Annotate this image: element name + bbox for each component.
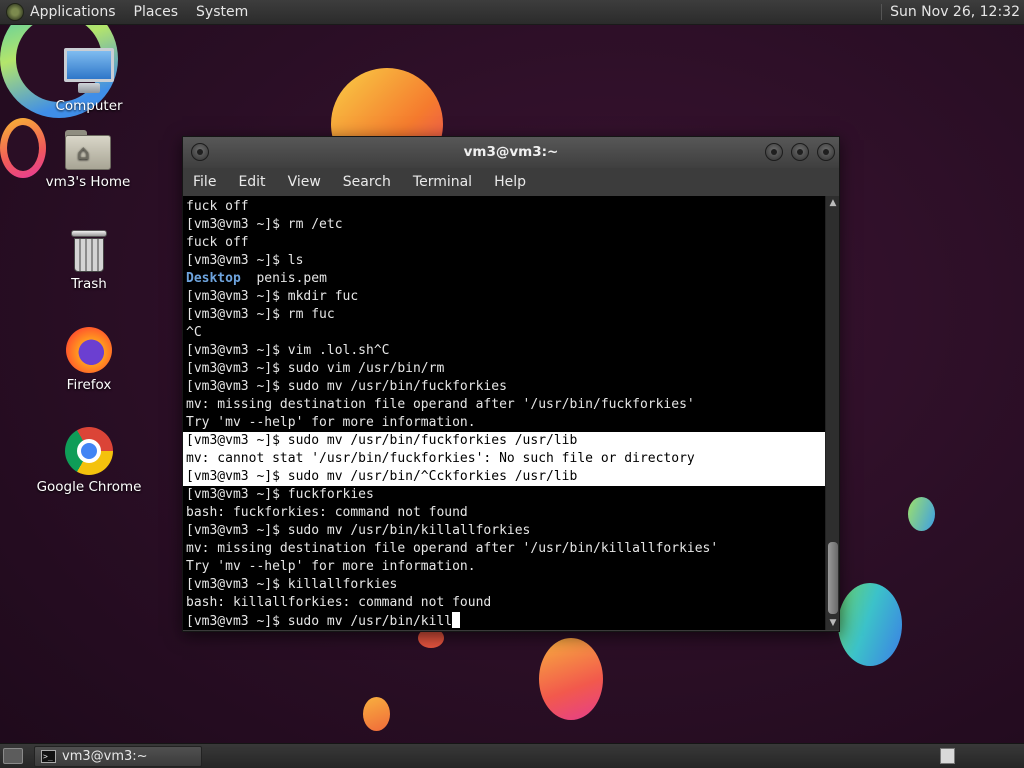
computer-icon: [64, 46, 114, 94]
maximize-button[interactable]: [791, 143, 809, 161]
minimize-button[interactable]: [765, 143, 783, 161]
menu-edit[interactable]: Edit: [238, 174, 265, 190]
terminal-window[interactable]: vm3@vm3:~ File Edit View Search Terminal…: [182, 136, 840, 632]
menu-terminal[interactable]: Terminal: [413, 174, 472, 190]
menu-applications[interactable]: Applications: [30, 4, 116, 20]
desktop-icon-trash[interactable]: Trash: [24, 230, 154, 292]
text-cursor: [452, 612, 461, 628]
window-menu-button[interactable]: [191, 143, 209, 161]
terminal-line-ls-output: Desktop penis.pem: [186, 270, 825, 288]
wallpaper-small-blue-oval: [908, 497, 935, 531]
terminal-line: mv: missing destination file operand aft…: [186, 541, 719, 556]
terminal-line: [vm3@vm3 ~]$ fuckforkies: [186, 487, 374, 502]
bottom-panel: >_ vm3@vm3:~: [0, 743, 1024, 768]
terminal-line: [vm3@vm3 ~]$ mkdir fuc: [186, 289, 359, 304]
terminal-line-selected: mv: cannot stat '/usr/bin/fuckforkies': …: [183, 450, 825, 468]
taskbar-terminal-button[interactable]: >_ vm3@vm3:~: [34, 746, 202, 767]
terminal-line: [vm3@vm3 ~]$ ls: [186, 253, 304, 268]
terminal-line: [vm3@vm3 ~]$ vim .lol.sh^C: [186, 343, 390, 358]
ls-directory-entry: Desktop: [186, 271, 241, 286]
taskbar-terminal-label: vm3@vm3:~: [62, 749, 148, 764]
terminal-output[interactable]: fuck off [vm3@vm3 ~]$ rm /etc fuck off […: [183, 196, 825, 630]
terminal-line: [vm3@vm3 ~]$ sudo mv /usr/bin/killallfor…: [186, 523, 531, 538]
chrome-icon: [65, 427, 113, 475]
wallpaper-small-orange-oval: [363, 697, 390, 731]
terminal-line: Try 'mv --help' for more information.: [186, 415, 476, 430]
close-button[interactable]: [817, 143, 835, 161]
clock[interactable]: Sun Nov 26, 12:32: [881, 4, 1020, 20]
menu-help[interactable]: Help: [494, 174, 526, 190]
terminal-icon: >_: [41, 750, 56, 763]
terminal-line: [vm3@vm3 ~]$ sudo vim /usr/bin/rm: [186, 361, 445, 376]
desktop-icon-chrome[interactable]: Google Chrome: [24, 427, 154, 495]
wallpaper-orange-oval: [539, 638, 603, 720]
terminal-menubar: File Edit View Search Terminal Help: [183, 168, 839, 196]
terminal-line: [vm3@vm3 ~]$ killallforkies: [186, 577, 398, 592]
window-titlebar[interactable]: vm3@vm3:~: [183, 137, 839, 168]
terminal-line: [vm3@vm3 ~]$ sudo mv /usr/bin/fuckforkie…: [186, 379, 507, 394]
terminal-line-selected: [vm3@vm3 ~]$ sudo mv /usr/bin/fuckforkie…: [183, 432, 825, 450]
desktop-icon-computer[interactable]: Computer: [24, 46, 154, 114]
home-folder-icon: ⌂: [65, 130, 111, 170]
terminal-line: mv: missing destination file operand aft…: [186, 397, 695, 412]
desktop-icon-label: Trash: [71, 276, 107, 292]
terminal-line: [vm3@vm3 ~]$ rm /etc: [186, 217, 343, 232]
desktop-icon-firefox[interactable]: Firefox: [24, 327, 154, 393]
terminal-line: fuck off: [186, 235, 249, 250]
distro-logo-icon[interactable]: [6, 3, 24, 21]
window-title: vm3@vm3:~: [463, 144, 559, 160]
menu-system[interactable]: System: [196, 4, 248, 20]
terminal-line: ^C: [186, 325, 202, 340]
terminal-line: bash: fuckforkies: command not found: [186, 505, 468, 520]
scrollbar-thumb[interactable]: [828, 542, 838, 614]
desktop-icon-label: Google Chrome: [36, 479, 142, 495]
show-desktop-icon[interactable]: [3, 748, 23, 764]
terminal-line: [vm3@vm3 ~]$ rm fuc: [186, 307, 335, 322]
desktop-icon-label: Computer: [55, 98, 123, 114]
desktop-icon-label: Firefox: [66, 377, 112, 393]
menu-places[interactable]: Places: [134, 4, 179, 20]
terminal-line: Try 'mv --help' for more information.: [186, 559, 476, 574]
terminal-line: fuck off: [186, 199, 249, 214]
menu-view[interactable]: View: [288, 174, 321, 190]
scroll-up-arrow-icon[interactable]: ▲: [828, 198, 838, 208]
wallpaper-blue-oval: [838, 583, 902, 666]
ls-file-entry: penis.pem: [240, 271, 327, 286]
menu-file[interactable]: File: [193, 174, 216, 190]
scroll-down-arrow-icon[interactable]: ▼: [828, 618, 838, 628]
firefox-icon: [66, 327, 112, 373]
terminal-prompt-line[interactable]: [vm3@vm3 ~]$ sudo mv /usr/bin/kill: [186, 612, 825, 630]
terminal-line-selected: [vm3@vm3 ~]$ sudo mv /usr/bin/^Cckforkie…: [183, 468, 825, 486]
trash-icon: [71, 230, 107, 272]
terminal-line: bash: killallforkies: command not found: [186, 595, 492, 610]
desktop-icon-home[interactable]: ⌂ vm3's Home: [23, 130, 153, 190]
current-command: [vm3@vm3 ~]$ sudo mv /usr/bin/kill: [186, 614, 453, 629]
desktop-icon-label: vm3's Home: [45, 174, 131, 190]
top-panel: Applications Places System Sun Nov 26, 1…: [0, 0, 1024, 25]
terminal-scrollbar[interactable]: ▲ ▼: [825, 196, 839, 630]
menu-search[interactable]: Search: [343, 174, 391, 190]
workspace-switcher[interactable]: [940, 748, 955, 764]
